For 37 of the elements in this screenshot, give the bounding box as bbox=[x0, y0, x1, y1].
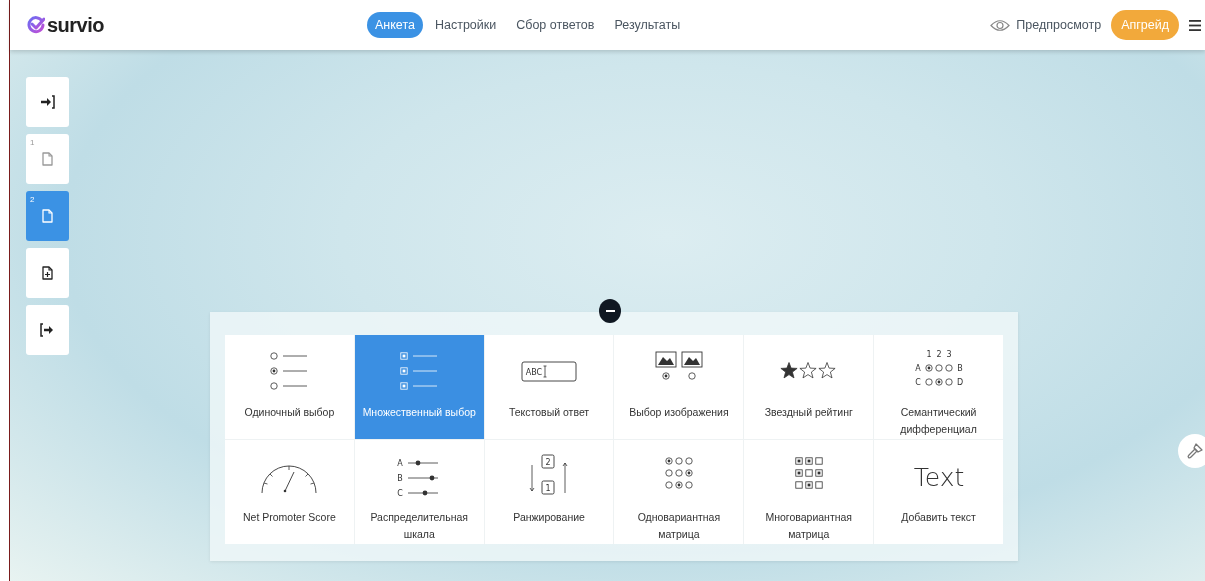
question-type-tile[interactable]: Net Promoter Score bbox=[225, 440, 354, 544]
page-number: 1 bbox=[30, 138, 35, 147]
page-number: 2 bbox=[30, 195, 35, 204]
page-icon bbox=[40, 209, 55, 223]
question-type-tile[interactable]: ABC Текстовый ответ bbox=[484, 335, 614, 439]
exit-icon bbox=[40, 323, 55, 337]
question-type-tile[interactable]: Многовариантная матрица bbox=[744, 440, 874, 544]
enter-icon bbox=[40, 95, 55, 109]
slider-scale-drawing: A B C bbox=[382, 453, 457, 497]
question-type-tile[interactable]: Звездный рейтинг bbox=[744, 335, 874, 439]
question-type-tile[interactable]: 1 2 3 A B C D Семантический дифференциал bbox=[874, 335, 1003, 439]
question-type-tile[interactable]: A B C Распределительная шкала bbox=[354, 440, 484, 544]
question-type-tile[interactable]: Выбор изображения bbox=[614, 335, 744, 439]
text-sample-drawing: Text bbox=[901, 453, 976, 497]
logo-check-icon bbox=[27, 16, 45, 34]
ranking-drawing: 2 1 bbox=[512, 453, 587, 497]
nav-tab[interactable]: Настройки bbox=[426, 12, 505, 38]
text-field-drawing: ABC bbox=[512, 348, 587, 392]
question-type-tile[interactable]: 2 1 Ранжирование bbox=[484, 440, 614, 544]
outro-button[interactable] bbox=[26, 305, 69, 355]
paintbrush-icon bbox=[1186, 442, 1204, 460]
intro-button[interactable] bbox=[26, 77, 69, 127]
logo-text[interactable]: survio bbox=[47, 13, 105, 37]
menu-icon[interactable] bbox=[1189, 19, 1201, 31]
semantic-scale-drawing: 1 2 3 A B C D bbox=[901, 348, 976, 392]
page-icon bbox=[40, 152, 55, 166]
nav-tab[interactable]: Результаты bbox=[606, 12, 689, 38]
preview-link[interactable]: Предпросмотр bbox=[990, 18, 1102, 32]
collapse-button[interactable] bbox=[599, 299, 621, 323]
question-type-tile[interactable]: Одновариантная матрица bbox=[614, 440, 744, 544]
add-page-icon bbox=[40, 266, 55, 280]
eye-icon bbox=[990, 18, 1011, 32]
add-page-button[interactable] bbox=[26, 248, 69, 298]
question-type-tile[interactable]: Одиночный выбор bbox=[225, 335, 354, 439]
design-button[interactable] bbox=[1178, 434, 1205, 468]
question-type-tile[interactable]: Text Добавить текст bbox=[874, 440, 1003, 544]
nav-tab[interactable]: Сбор ответов bbox=[508, 12, 603, 38]
